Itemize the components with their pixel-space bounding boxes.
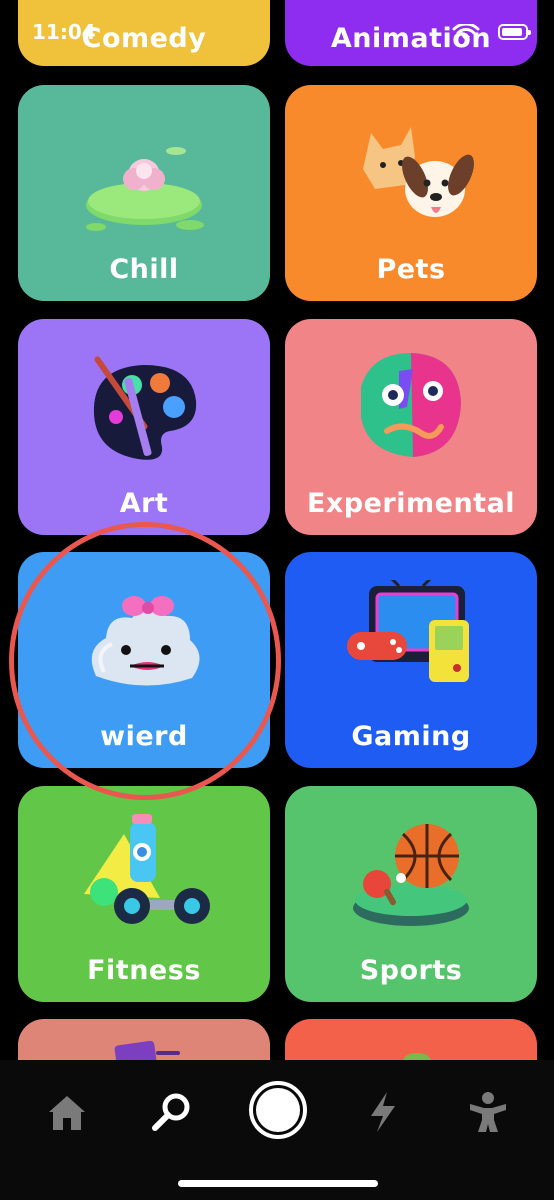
category-label: Comedy — [81, 23, 207, 54]
tab-home[interactable] — [37, 1082, 97, 1142]
lightning-icon — [371, 1092, 395, 1132]
category-tile-chill[interactable]: Chill — [18, 85, 270, 301]
tab-profile[interactable] — [458, 1082, 518, 1142]
palette-icon — [93, 356, 197, 460]
category-tile-pets[interactable]: Pets — [285, 85, 537, 301]
fitness-icon — [84, 814, 210, 924]
category-tile-comedy[interactable]: Comedy — [18, 0, 270, 66]
category-tile-wierd[interactable]: wierd — [18, 552, 270, 768]
gaming-icon — [347, 580, 469, 682]
category-tile-gaming[interactable]: Gaming — [285, 552, 537, 768]
category-label: Sports — [359, 955, 463, 986]
pets-icon — [363, 127, 474, 217]
profile-icon — [470, 1092, 506, 1132]
partial-art-icon — [114, 1040, 180, 1060]
category-tile-experimental[interactable]: Experimental — [285, 319, 537, 535]
lily-pad-icon — [86, 147, 204, 231]
category-tile-fitness[interactable]: Fitness — [18, 786, 270, 1002]
experimental-face-icon — [361, 353, 461, 457]
category-tile-row6-left[interactable] — [18, 1019, 270, 1060]
category-tile-art[interactable]: Art — [18, 319, 270, 535]
tab-bar — [0, 1060, 554, 1200]
category-tile-sports[interactable]: Sports — [285, 786, 537, 1002]
category-label: Art — [119, 488, 169, 519]
home-indicator — [178, 1180, 378, 1187]
home-icon — [49, 1096, 85, 1130]
blob-creature-icon — [91, 596, 200, 686]
category-label: Experimental — [306, 488, 516, 519]
category-label: Gaming — [351, 721, 471, 752]
tab-search[interactable] — [141, 1082, 201, 1142]
tab-activity[interactable] — [353, 1082, 413, 1142]
sports-icon — [353, 824, 469, 926]
category-label: Pets — [376, 254, 446, 285]
tab-record[interactable] — [246, 1078, 310, 1142]
category-label: Chill — [109, 254, 179, 285]
category-tile-row6-right[interactable] — [285, 1019, 537, 1060]
category-label: Fitness — [87, 955, 201, 986]
partial-art-icon — [403, 1053, 431, 1060]
category-label: wierd — [100, 721, 188, 752]
category-grid: Comedy Animation Chill Pets Art Experime… — [0, 0, 554, 1060]
category-label: Animation — [330, 23, 492, 54]
record-icon — [249, 1081, 307, 1139]
category-tile-animation[interactable]: Animation — [285, 0, 537, 66]
search-icon — [152, 1093, 190, 1131]
